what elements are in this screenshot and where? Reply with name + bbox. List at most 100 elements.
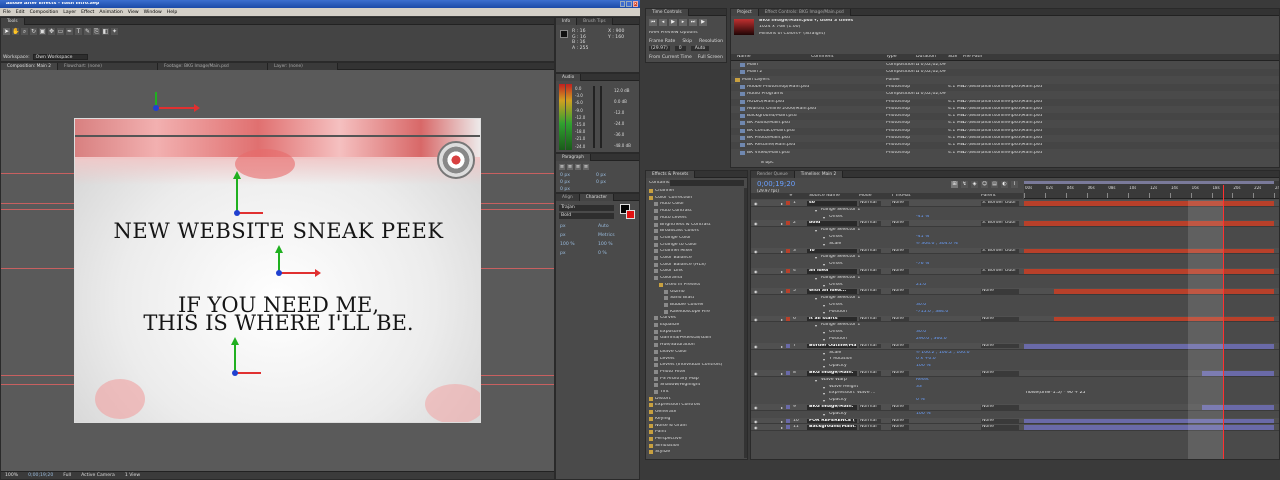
label-color[interactable]	[786, 201, 790, 205]
ram-preview-options[interactable]: RAM Preview Options	[649, 31, 698, 36]
graph-editor-icon[interactable]: ⌇	[1011, 181, 1018, 188]
last-frame-icon[interactable]: ⏭	[689, 19, 697, 26]
current-time[interactable]: 0;00;19;20	[28, 473, 53, 478]
layer-trkmat[interactable]: None	[891, 418, 909, 424]
axis-gizmo[interactable]	[227, 337, 267, 385]
prev-frame-icon[interactable]: ◂	[659, 19, 667, 26]
tab-composition[interactable]: Composition: Main 2	[1, 63, 59, 70]
project-row[interactable]: Audio Programs Composition Δ 0;02;02;09	[731, 91, 1279, 98]
volume-slider-right[interactable]	[600, 86, 602, 148]
effect-item[interactable]: Stylize	[646, 449, 746, 456]
col-comment[interactable]: Comment	[811, 55, 834, 60]
property-value[interactable]: -41 %	[916, 235, 929, 240]
twirl-icon[interactable]: ▾	[823, 303, 825, 308]
twirl-icon[interactable]: ▾	[823, 385, 825, 390]
layer-name[interactable]: BKG Image/Main.	[807, 371, 857, 376]
layer-trkmat[interactable]: None	[891, 343, 909, 349]
eye-icon[interactable]: ◉	[754, 269, 758, 274]
volume-slider-left[interactable]	[593, 86, 595, 148]
layer-mode[interactable]: Normal	[859, 371, 881, 376]
label-color[interactable]	[786, 425, 790, 430]
layer-trkmat[interactable]: None	[891, 289, 909, 294]
baseline-shift-field[interactable]: px	[560, 251, 598, 256]
effect-item[interactable]: Leave Color	[646, 349, 746, 356]
col-trkmat[interactable]: T TrkMat	[891, 194, 911, 199]
ram-preview-icon[interactable]: ▶	[699, 19, 707, 26]
tab-render-queue[interactable]: Render Queue	[751, 171, 795, 178]
label-color[interactable]	[786, 343, 790, 348]
label-color[interactable]	[786, 269, 790, 273]
effects-search-input[interactable]	[670, 180, 744, 186]
layer-duration-bar[interactable]	[1024, 269, 1274, 274]
effect-item[interactable]: Hue/Saturation	[646, 342, 746, 349]
layer-mode[interactable]: Normal	[859, 425, 881, 430]
twirl-icon[interactable]: ▾	[823, 242, 825, 247]
font-style-select[interactable]: Bold	[559, 213, 614, 219]
timeline-timecode[interactable]: 0;00;19;20	[757, 181, 795, 188]
twirl-icon[interactable]: ▾	[823, 235, 825, 240]
effect-item[interactable]: Color Balance	[646, 255, 746, 262]
col-type[interactable]: Type	[886, 55, 897, 60]
twirl-icon[interactable]: ▾	[815, 255, 817, 260]
effect-item[interactable]: Broadcast Colors	[646, 228, 746, 235]
effect-item[interactable]: Color Link	[646, 268, 746, 275]
layer-name[interactable]: Background/Main.	[807, 425, 857, 430]
tab-timeline[interactable]: Timeline: Main 2	[794, 171, 844, 178]
layer-duration-bar[interactable]	[1024, 343, 1274, 349]
view-layout-select[interactable]: 1 View	[125, 473, 140, 478]
project-row[interactable]: Avartist Online 2006/Main.psd Photoshop …	[731, 106, 1279, 113]
menu-composition[interactable]: Composition	[30, 10, 59, 15]
effect-item[interactable]: Gizmo	[646, 289, 746, 296]
twirl-icon[interactable]: ▾	[815, 323, 817, 328]
eye-icon[interactable]: ◉	[754, 289, 758, 294]
effect-item[interactable]: Auto Color	[646, 201, 746, 208]
from-current-time-checkbox[interactable]: From Current Time	[649, 55, 692, 60]
resolution-select[interactable]: Full	[63, 473, 71, 478]
effect-item[interactable]: Change Color	[646, 235, 746, 242]
layer-mode[interactable]: Normal	[859, 405, 881, 410]
tsume-field[interactable]: 0 %	[598, 251, 636, 256]
eye-icon[interactable]: ◉	[754, 405, 758, 410]
effect-item[interactable]: Simulation	[646, 443, 746, 450]
layer-parent[interactable]: None	[981, 418, 1019, 424]
effect-item[interactable]: Levels (Individual Controls)	[646, 362, 746, 369]
axis-gizmo[interactable]	[227, 171, 267, 223]
project-row[interactable]: BK Audio/Main.psd Photoshop 4.1 MB D:\WE…	[731, 120, 1279, 127]
twirl-icon[interactable]: ▾	[823, 215, 825, 220]
property-value[interactable]: ∞ 100.2 , 100.2 , 100.0	[916, 351, 970, 356]
camera-tool-icon[interactable]: ▣	[39, 28, 46, 35]
eye-icon[interactable]: ◉	[754, 425, 758, 430]
layer-name[interactable]: with an idea...	[807, 289, 857, 294]
layer-name[interactable]: To	[807, 248, 857, 254]
pan-behind-tool-icon[interactable]: ✥	[48, 28, 55, 35]
twirl-icon[interactable]: ▾	[823, 283, 825, 288]
effect-item[interactable]: Generate	[646, 409, 746, 416]
layer-trkmat[interactable]: None	[891, 201, 909, 206]
comp-flowchart-icon[interactable]: ⊞	[951, 181, 958, 188]
menu-help[interactable]: Help	[167, 10, 177, 15]
twirl-icon[interactable]: ▾	[815, 296, 817, 301]
label-color[interactable]	[786, 248, 790, 253]
effect-item[interactable]: Auto Contrast	[646, 208, 746, 215]
motion-blur-icon[interactable]: ◐	[1001, 181, 1008, 188]
twirl-icon[interactable]: ▾	[823, 357, 825, 362]
tab-brush-tips[interactable]: Brush Tips	[577, 18, 613, 25]
property-value[interactable]: 100 %	[916, 412, 931, 417]
align-right-icon[interactable]: ≡	[575, 164, 581, 170]
twirl-icon[interactable]: ▾	[823, 364, 825, 369]
twirl-icon[interactable]: ▸	[781, 289, 783, 294]
tab-info[interactable]: Info	[556, 18, 578, 25]
effect-item[interactable]: Paint	[646, 429, 746, 436]
twirl-icon[interactable]: ▸	[781, 425, 783, 430]
project-row[interactable]: Background/Main.psd Photoshop 4.1 MB D:\…	[731, 113, 1279, 121]
headline-text[interactable]: NEW WEBSITE SNEAK PEEK	[75, 219, 480, 243]
tab-flowchart[interactable]: Flowchart: (none)	[58, 63, 159, 70]
layer-duration-bar[interactable]	[1024, 201, 1274, 206]
layer-parent[interactable]: None	[981, 425, 1019, 430]
tab-project[interactable]: Project	[731, 9, 759, 16]
twirl-icon[interactable]: ▾	[815, 276, 817, 281]
layer-trkmat[interactable]: None	[891, 405, 909, 410]
font-select[interactable]: Trajan	[559, 205, 614, 211]
label-color[interactable]	[786, 418, 790, 423]
twirl-icon[interactable]: ▸	[781, 317, 783, 322]
